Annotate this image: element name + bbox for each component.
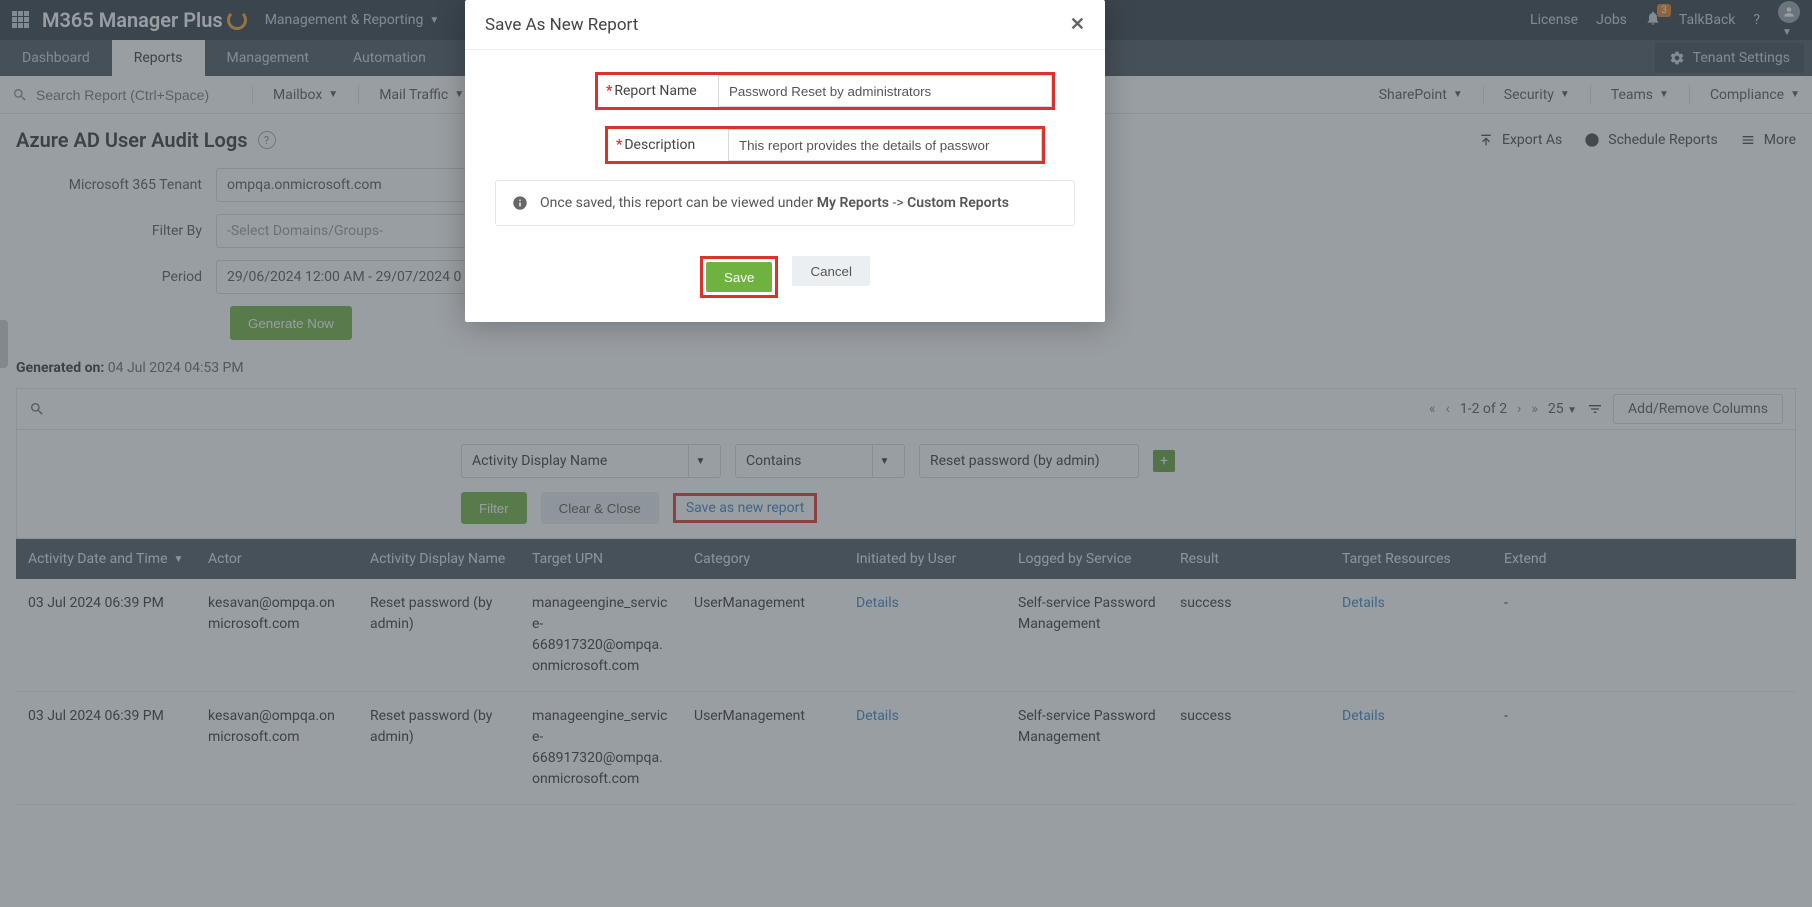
report-name-label: *Report Name [598, 77, 718, 105]
save-report-modal: Save As New Report ✕ *Report Name *Descr… [465, 0, 1105, 322]
modal-title: Save As New Report [485, 15, 638, 35]
info-message: Once saved, this report can be viewed un… [495, 180, 1075, 226]
report-name-input[interactable] [718, 75, 1052, 107]
cancel-button[interactable]: Cancel [792, 256, 870, 286]
description-input[interactable] [728, 129, 1042, 161]
close-icon[interactable]: ✕ [1070, 14, 1085, 35]
save-button[interactable]: Save [706, 262, 772, 292]
description-label: *Description [608, 131, 728, 159]
info-icon [512, 195, 528, 211]
